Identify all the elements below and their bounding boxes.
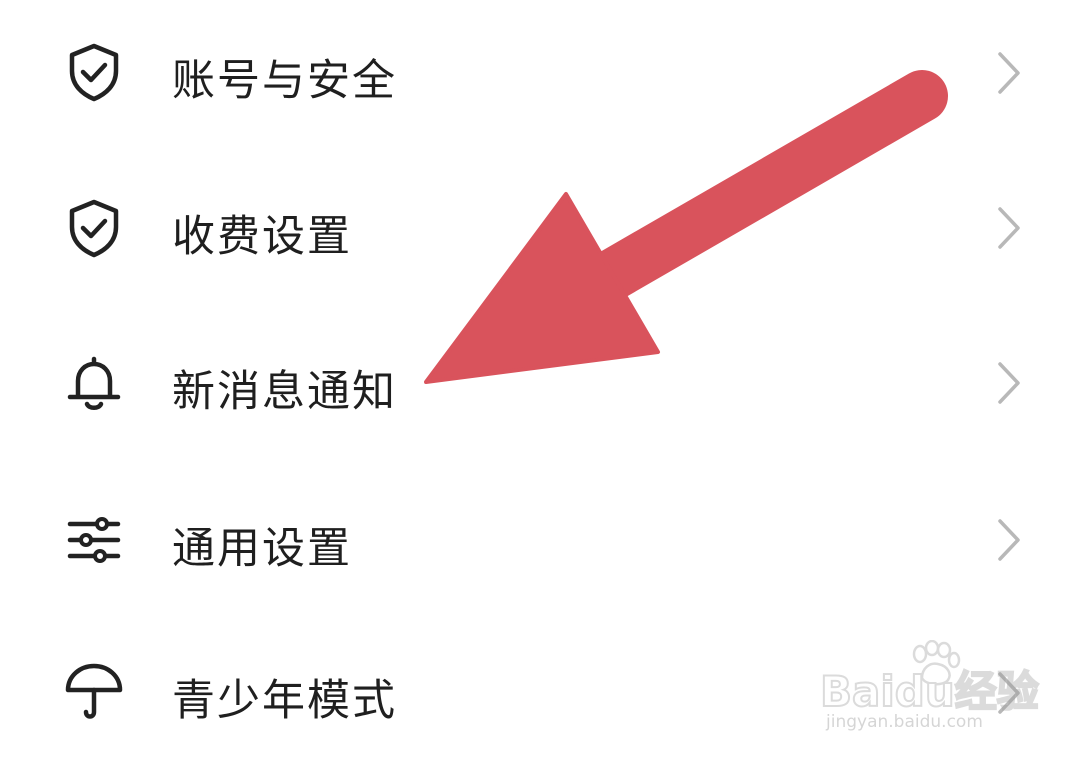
menu-item-account-security[interactable]: 账号与安全 bbox=[0, 0, 1076, 150]
baidu-jingyan-watermark: Baidu经验 jingyan.baidu.com bbox=[819, 640, 1060, 750]
menu-item-new-message-notification[interactable]: 新消息通知 bbox=[0, 305, 1076, 455]
menu-item-label: 账号与安全 bbox=[172, 56, 397, 106]
menu-item-label: 新消息通知 bbox=[172, 367, 397, 417]
menu-item-label: 收费设置 bbox=[172, 212, 352, 262]
chevron-right-icon bbox=[994, 50, 1024, 96]
menu-item-label: 通用设置 bbox=[172, 524, 352, 574]
umbrella-icon bbox=[62, 660, 126, 724]
bell-icon bbox=[62, 351, 126, 415]
shield-check-icon bbox=[62, 40, 126, 104]
sliders-icon bbox=[62, 508, 126, 572]
chevron-right-icon bbox=[994, 205, 1024, 251]
chevron-right-icon bbox=[994, 517, 1024, 563]
watermark-url: jingyan.baidu.com bbox=[826, 712, 983, 732]
menu-item-general-settings[interactable]: 通用设置 bbox=[0, 462, 1076, 612]
shield-check-icon bbox=[62, 196, 126, 260]
watermark-brand: Baidu经验 bbox=[819, 666, 1040, 717]
menu-item-label: 青少年模式 bbox=[172, 676, 397, 726]
menu-item-fee-settings[interactable]: 收费设置 bbox=[0, 150, 1076, 300]
chevron-right-icon bbox=[994, 360, 1024, 406]
